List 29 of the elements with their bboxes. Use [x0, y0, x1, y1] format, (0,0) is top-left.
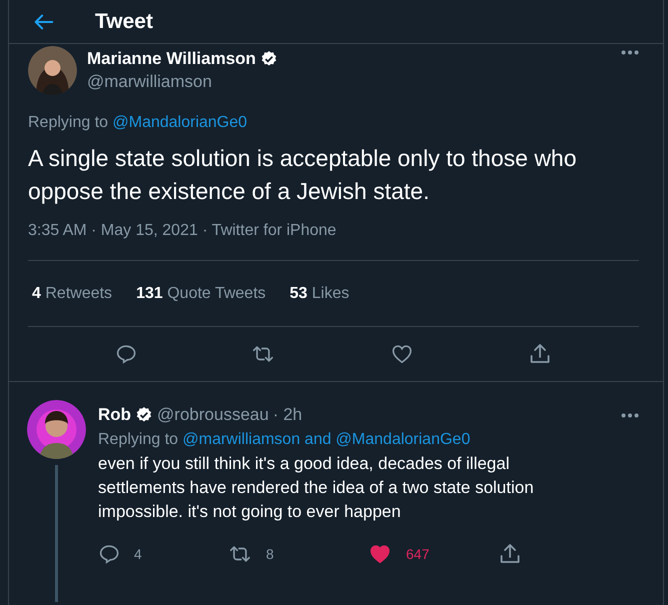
mention-link[interactable]: @marwilliamson and @MandalorianGe0: [182, 431, 470, 448]
reply-icon[interactable]: [115, 343, 138, 365]
stat-link[interactable]: 131 Quote Tweets: [136, 284, 266, 302]
page-title: Tweet: [95, 10, 153, 34]
replying-to-text: Replying to @marwilliamson and @MandalorianGe0: [98, 431, 472, 449]
like-count: 647: [406, 546, 430, 562]
share-icon[interactable]: [528, 342, 552, 366]
reply-text: even if you still think it's a good idea, decades of illegal settlements have rendered the idea of a two state solution impossible. it's not going to ever happen: [98, 453, 535, 523]
reply-icon[interactable]: [98, 543, 120, 565]
reply-count: 4: [134, 546, 142, 562]
author-handle[interactable]: @marwilliamson: [87, 72, 611, 92]
more-icon[interactable]: [621, 412, 639, 418]
stat-link[interactable]: 4 Retweets: [32, 284, 112, 302]
avatar[interactable]: [28, 46, 77, 94]
tweet-timestamp: 3:35 AM · May 15, 2021 · Twitter for iPhone: [28, 222, 639, 261]
share-icon[interactable]: [498, 542, 522, 566]
author-handle[interactable]: @robrousseau: [157, 405, 269, 425]
heart-icon[interactable]: [390, 343, 414, 365]
stat-link[interactable]: 53 Likes: [290, 284, 350, 302]
author-name[interactable]: Rob: [98, 405, 132, 425]
mention-link[interactable]: @MandalorianGe0: [112, 114, 248, 131]
author-name[interactable]: Marianne Williamson: [87, 48, 256, 68]
avatar[interactable]: [27, 400, 86, 459]
replying-to-text: Replying to @MandalorianGe0: [28, 114, 248, 132]
heart-icon[interactable]: [368, 543, 392, 565]
tweet-text: A single state solution is acceptable only to those who oppose the existence of a Jewish state.: [28, 144, 578, 206]
retweet-count: 8: [266, 546, 274, 562]
post-time: · 2h: [272, 405, 302, 425]
more-icon[interactable]: [621, 50, 639, 55]
